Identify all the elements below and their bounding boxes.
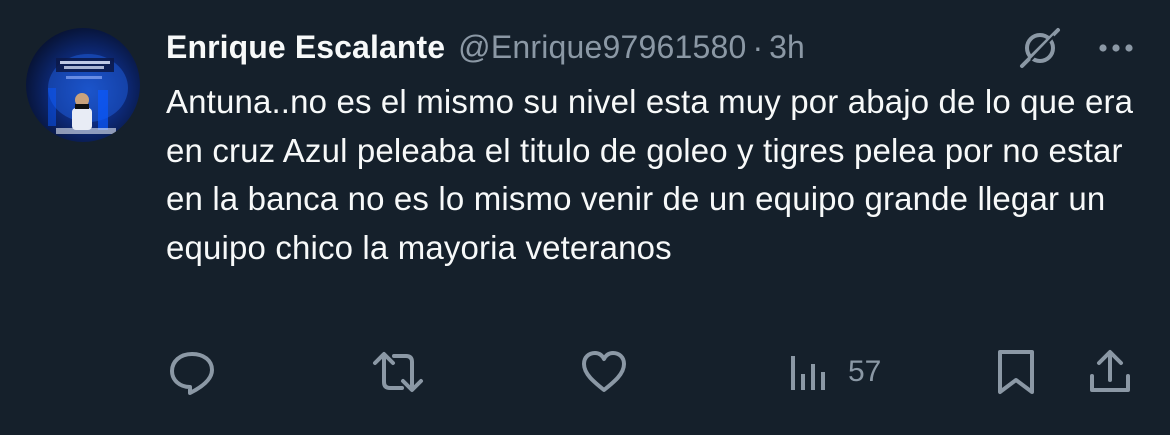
share-icon [1090, 350, 1130, 392]
retweet-icon [373, 352, 423, 392]
author-handle[interactable]: @Enrique97961580 [458, 29, 746, 66]
bookmark-icon [998, 350, 1034, 394]
reply-icon [170, 352, 214, 395]
grok-icon[interactable] [1016, 26, 1064, 70]
bookmark-button[interactable] [994, 345, 1038, 399]
tweet-actions-bar: 57 [0, 345, 1170, 399]
avatar[interactable] [26, 28, 140, 142]
more-icon[interactable] [1094, 28, 1138, 68]
views-count: 57 [848, 355, 882, 388]
like-icon [582, 351, 626, 392]
reply-button[interactable] [166, 345, 218, 399]
tweet-text: Antuna..no es el mismo su nivel esta muy… [166, 83, 1134, 266]
author-name[interactable]: Enrique Escalante [166, 29, 445, 66]
header-separator: · [752, 28, 764, 65]
views-button[interactable]: 57 [786, 345, 881, 399]
like-button[interactable] [578, 345, 630, 399]
tweet-header: Enrique Escalante @Enrique97961580 · 3h [166, 24, 805, 70]
avatar-image [48, 54, 128, 134]
views-icon [791, 356, 825, 390]
share-button[interactable] [1086, 345, 1134, 399]
tweet-timestamp[interactable]: 3h [769, 29, 805, 66]
retweet-button[interactable] [370, 345, 426, 399]
tweet-card[interactable]: Enrique Escalante @Enrique97961580 · 3h … [0, 0, 1170, 435]
